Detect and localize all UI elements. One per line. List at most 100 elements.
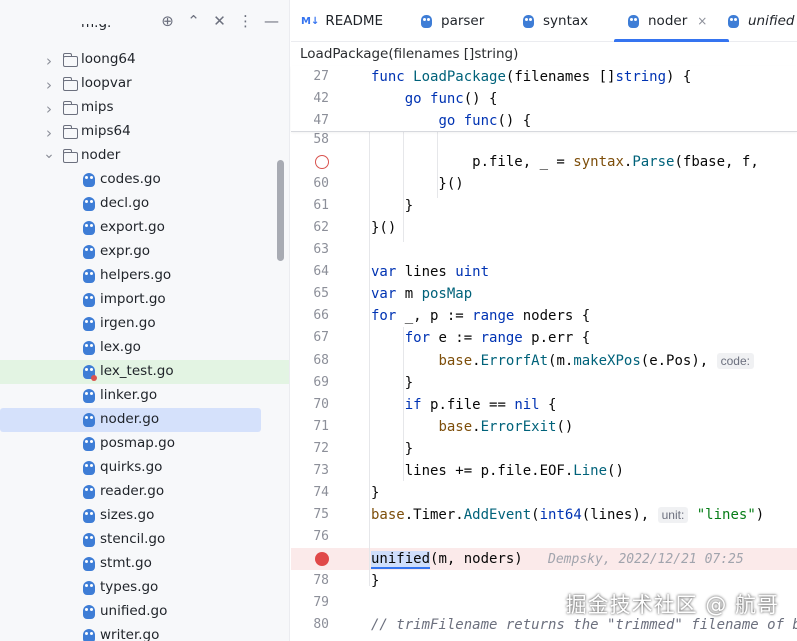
tree-folder-loong64[interactable]: › loong64 [0,48,289,72]
code-token: { [548,396,557,413]
line-number[interactable]: 72 [291,438,329,460]
code-line[interactable]: 70 if p.file == nil { [291,394,797,416]
code-line[interactable]: 72 } [291,438,797,460]
tree-item-truncated[interactable]: m.g. [0,24,289,34]
line-number[interactable]: 60 [291,173,329,195]
tree-item-label: helpers.go [100,267,172,283]
line-number[interactable]: 61 [291,195,329,217]
tree-file-writer.go[interactable]: writer.go [0,624,289,641]
tab-unified[interactable]: unified [728,0,794,42]
code-line[interactable]: 62}() [291,217,797,239]
tree-file-posmap.go[interactable]: posmap.go [0,432,289,456]
code-line[interactable]: 63 [291,239,797,261]
chevron-down-icon[interactable]: ⌄ [43,146,55,162]
tab-noder[interactable]: noder × [613,0,730,42]
tree-file-lex_test.go[interactable]: lex_test.go [0,360,289,384]
code-line[interactable]: p.file, _ = syntax.Parse(fbase, f, [291,151,797,173]
code-line[interactable]: 73 lines += p.file.EOF.Line() [291,460,797,482]
watermark: 掘金技术社区 @ 航哥 [565,593,779,617]
breadcrumb[interactable]: LoadPackage(filenames []string) [300,44,518,64]
tree-folder-mips[interactable]: › mips [0,96,289,120]
code-line[interactable]: 61 } [291,195,797,217]
sticky-code-line[interactable]: 47 go func() { [291,110,797,132]
code-line[interactable]: 75 base.Timer.AddEvent(int64(lines), unit… [291,504,797,526]
close-tab-icon[interactable]: × [697,14,707,28]
tree-file-export.go[interactable]: export.go [0,216,289,240]
line-number[interactable]: 69 [291,372,329,394]
tree-file-decl.go[interactable]: decl.go [0,192,289,216]
tree-file-noder.go[interactable]: noder.go [0,408,261,432]
code-line[interactable]: 64 var lines uint [291,261,797,283]
tree-file-quirks.go[interactable]: quirks.go [0,456,289,480]
code-line[interactable]: 66 for _, p := range noders { [291,305,797,327]
code-line[interactable]: 69 } [291,372,797,394]
line-number[interactable]: 63 [291,239,329,261]
code-line[interactable]: 60 }() [291,173,797,195]
line-number[interactable]: 78 [291,570,329,592]
tree-file-stmt.go[interactable]: stmt.go [0,552,289,576]
tree-file-lex.go[interactable]: lex.go [0,336,289,360]
go-file-icon [83,389,95,403]
line-number[interactable]: 66 [291,305,329,327]
tree-file-codes.go[interactable]: codes.go [0,168,289,192]
sticky-code-line[interactable]: 42 go func() { [291,88,797,110]
code-line[interactable]: 67 for e := range p.err { [291,327,797,349]
tree-folder-loopvar[interactable]: › loopvar [0,72,289,96]
execution-line[interactable]: unified(m, noders) Dempsky, 2022/12/21 0… [291,547,797,570]
tree-folder-mips64[interactable]: › mips64 [0,120,289,144]
tree-file-linker.go[interactable]: linker.go [0,384,289,408]
code-line[interactable]: 65 var m posMap [291,283,797,305]
code-line[interactable]: 76 [291,526,797,548]
folder-icon [62,149,78,163]
code-line[interactable]: 58 [291,129,797,151]
line-number[interactable]: 74 [291,482,329,504]
tree-scrollbar[interactable] [277,160,284,261]
go-file-icon [83,437,95,451]
tab-syntax[interactable]: syntax [523,0,588,42]
line-number[interactable]: 58 [291,129,329,151]
code-token: [] [598,69,616,85]
tree-file-reader.go[interactable]: reader.go [0,480,289,504]
line-number[interactable]: 67 [291,327,329,349]
line-number[interactable]: 71 [291,416,329,438]
tree-file-stencil.go[interactable]: stencil.go [0,528,289,552]
tree-file-sizes.go[interactable]: sizes.go [0,504,289,528]
tree-file-helpers.go[interactable]: helpers.go [0,264,289,288]
sticky-code-line[interactable]: 27 func LoadPackage(filenames []string) { [291,66,797,88]
tree-file-irgen.go[interactable]: irgen.go [0,312,289,336]
tree-file-import.go[interactable]: import.go [0,288,289,312]
line-number[interactable]: 64 [291,261,329,283]
code-token: Parse [632,154,675,171]
breakpoint-icon[interactable] [315,551,329,566]
tab-readme[interactable]: M↓ README [301,0,383,42]
tab-parser[interactable]: parser [421,0,484,42]
line-number[interactable]: 68 [291,350,329,372]
code-token: } [371,374,414,391]
param-hint: unit: [657,506,689,523]
line-number[interactable]: 75 [291,504,329,526]
chevron-right-icon[interactable]: › [43,76,55,94]
code-line[interactable]: 71 base.ErrorExit() [291,416,797,438]
line-number[interactable]: 73 [291,460,329,482]
disabled-breakpoint-icon[interactable] [315,155,329,170]
code-line[interactable]: 68 base.ErrorfAt(m.makeXPos(e.Pos), code… [291,350,797,372]
tree-folder-noder[interactable]: ⌄ noder [0,144,289,168]
line-number[interactable]: 80 [291,614,329,636]
tree-file-types.go[interactable]: types.go [0,576,289,600]
tree-item-label: types.go [100,579,159,595]
line-number[interactable]: 65 [291,283,329,305]
tree-file-unified.go[interactable]: unified.go [0,600,289,624]
line-number[interactable]: 76 [291,526,329,548]
tree-file-expr.go[interactable]: expr.go [0,240,289,264]
go-file-icon [728,14,739,28]
indent-guide [403,132,404,242]
chevron-right-icon[interactable]: › [43,124,55,142]
chevron-right-icon[interactable]: › [43,52,55,70]
line-number[interactable]: 62 [291,217,329,239]
line-number[interactable]: 79 [291,592,329,614]
code-line[interactable]: 74} [291,482,797,504]
line-number[interactable]: 70 [291,394,329,416]
chevron-right-icon[interactable]: › [43,100,55,118]
